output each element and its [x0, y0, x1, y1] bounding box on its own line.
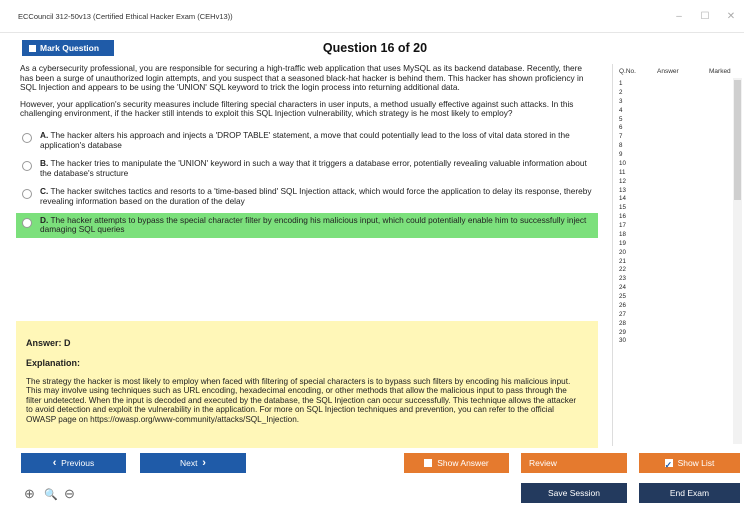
explanation-text: The strategy the hacker is most likely t… — [26, 377, 577, 424]
option-letter: D. — [40, 214, 49, 225]
answer-explanation-box: Answer: D Explanation: The strategy the … — [16, 321, 598, 448]
question-list-panel: Q.No. Answer Marked 1 2 3 4 5 6 7 8 9 10 11 12 13 14 1… — [612, 64, 743, 446]
question-list-header: Q.No. Answer Marked — [613, 64, 743, 78]
question-list-item[interactable]: 7 — [613, 133, 741, 142]
question-list-item[interactable]: 26 — [613, 302, 741, 311]
review-label: Review — [529, 458, 557, 468]
show-list-button[interactable]: Show List — [639, 453, 740, 475]
close-icon[interactable]: ✕ — [716, 6, 744, 28]
question-list-item[interactable]: 18 — [613, 231, 741, 240]
question-list-item[interactable]: 15 — [613, 204, 741, 213]
option-c[interactable]: C. The hacker switches tactics and resor… — [16, 184, 598, 209]
checkbox-checked-icon[interactable] — [664, 455, 673, 475]
option-text: The hacker tries to manipulate the 'UNIO… — [40, 158, 587, 178]
question-list-item[interactable]: 6 — [613, 124, 741, 133]
question-list-item[interactable]: 28 — [613, 320, 741, 329]
show-list-label: Show List — [677, 458, 715, 468]
mark-question-button[interactable]: Mark Question — [22, 40, 114, 56]
radio-icon[interactable] — [22, 132, 32, 143]
question-list-item[interactable]: 10 — [613, 160, 741, 169]
question-list-scrollbar[interactable] — [733, 78, 742, 444]
question-list-item[interactable]: 8 — [613, 142, 741, 151]
chevron-right-icon: › — [202, 457, 206, 469]
question-list-item[interactable]: 16 — [613, 213, 741, 222]
option-a[interactable]: A. The hacker alters his approach and in… — [16, 128, 598, 153]
question-list-item[interactable]: 3 — [613, 98, 741, 107]
next-button[interactable]: Next › — [140, 453, 246, 473]
question-list-rows: 1 2 3 4 5 6 7 8 9 10 11 12 13 14 15 16 17 18 19 20 21 22 23 24 2… — [613, 80, 741, 346]
radio-icon[interactable] — [22, 189, 32, 200]
question-list-item[interactable]: 22 — [613, 266, 741, 275]
previous-button[interactable]: ‹ Previous — [21, 453, 126, 473]
zoom-out-icon[interactable]: ⊖ — [64, 486, 75, 502]
question-list-item[interactable]: 5 — [613, 116, 741, 125]
question-list-item[interactable]: 9 — [613, 151, 741, 160]
window-title: ECCouncil 312-50v13 (Certified Ethical H… — [18, 12, 233, 21]
zoom-reset-icon[interactable]: 🔍 — [44, 488, 58, 501]
show-answer-button[interactable]: Show Answer — [404, 453, 509, 473]
window-titlebar: ECCouncil 312-50v13 (Certified Ethical H… — [0, 0, 744, 33]
option-text: The hacker alters his approach and injec… — [40, 129, 570, 150]
option-b[interactable]: B. The hacker tries to manipulate the 'U… — [16, 156, 598, 181]
question-list-item[interactable]: 29 — [613, 329, 741, 338]
question-list-item[interactable]: 20 — [613, 249, 741, 258]
mark-question-label: Mark Question — [40, 43, 100, 53]
answer-label: Answer: D — [26, 338, 71, 348]
zoom-in-icon[interactable]: ⊕ — [24, 486, 35, 502]
checkbox-icon[interactable] — [424, 459, 433, 467]
question-list-item[interactable]: 19 — [613, 240, 741, 249]
question-list-item[interactable]: 2 — [613, 89, 741, 98]
question-panel: As a cybersecurity professional, you are… — [16, 64, 598, 448]
end-exam-button[interactable]: End Exam — [639, 483, 740, 503]
question-list-item[interactable]: 23 — [613, 275, 741, 284]
previous-label: Previous — [61, 458, 95, 468]
option-letter: A. — [40, 129, 49, 140]
scrollbar-thumb[interactable] — [734, 80, 741, 200]
checkbox-icon — [29, 45, 36, 52]
question-list-item[interactable]: 13 — [613, 187, 741, 196]
column-marked: Marked — [709, 68, 731, 75]
question-list-item[interactable]: 14 — [613, 195, 741, 204]
question-list-item[interactable]: 25 — [613, 293, 741, 302]
question-list-item[interactable]: 27 — [613, 311, 741, 320]
option-letter: B. — [40, 158, 49, 169]
question-paragraph-1: As a cybersecurity professional, you are… — [20, 64, 584, 93]
column-qno: Q.No. — [619, 68, 636, 75]
option-d[interactable]: D. The hacker attempts to bypass the spe… — [16, 212, 598, 238]
question-list-item[interactable]: 12 — [613, 178, 741, 187]
question-list-item[interactable]: 21 — [613, 258, 741, 267]
explanation-label: Explanation: — [26, 358, 81, 368]
question-paragraph-2: However, your application's security mea… — [20, 98, 574, 119]
radio-icon[interactable] — [22, 161, 32, 172]
review-button[interactable]: Review — [521, 453, 627, 473]
radio-icon[interactable] — [22, 217, 32, 228]
question-list-item[interactable]: 17 — [613, 222, 741, 231]
question-list-item[interactable]: 24 — [613, 284, 741, 293]
chevron-left-icon: ‹ — [52, 457, 57, 469]
option-letter: C. — [40, 186, 49, 197]
save-session-button[interactable]: Save Session — [521, 483, 627, 503]
next-label: Next — [180, 458, 198, 468]
question-list-item[interactable]: 1 — [613, 80, 741, 89]
show-answer-label: Show Answer — [437, 458, 489, 468]
option-text: The hacker attempts to bypass the specia… — [40, 214, 587, 235]
question-title: Question 16 of 20 — [322, 41, 428, 55]
question-list-item[interactable]: 4 — [613, 107, 741, 116]
option-text: The hacker switches tactics and resorts … — [40, 186, 592, 206]
column-answer: Answer — [657, 68, 679, 75]
question-list-item[interactable]: 30 — [613, 337, 741, 346]
question-list-item[interactable]: 11 — [613, 169, 741, 178]
